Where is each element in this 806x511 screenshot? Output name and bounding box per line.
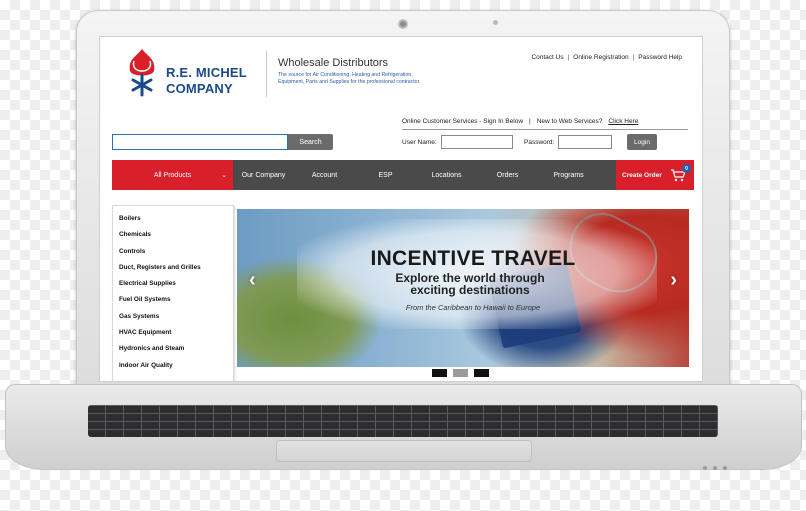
signin-rule: [402, 129, 688, 130]
main-nav: All Products ⌄ Our Company Account ESP L…: [112, 160, 694, 190]
category-controls[interactable]: Controls: [113, 244, 233, 260]
carousel-pagination: [432, 369, 489, 377]
webcam-icon: [398, 19, 408, 29]
category-duct-registers-grilles[interactable]: Duct, Registers and Grilles: [113, 260, 233, 276]
password-help-link[interactable]: Password Help: [638, 54, 682, 61]
header-title: Wholesale Distributors: [278, 57, 389, 69]
carousel-dot[interactable]: [474, 369, 489, 377]
brand-name-line2[interactable]: COMPANY: [166, 81, 233, 96]
banner-caption: From the Caribbean to Hawaii to Europe: [405, 303, 541, 312]
brand-name-line1[interactable]: R.E. MICHEL: [166, 65, 247, 80]
category-gas-systems[interactable]: Gas Systems: [113, 309, 233, 325]
flame-snowflake-logo-icon: [129, 49, 155, 97]
indicator-dot-icon: [703, 466, 707, 470]
carousel-dot[interactable]: [453, 369, 468, 377]
username-label: User Name:: [402, 139, 437, 146]
nav-esp[interactable]: ESP: [355, 160, 416, 190]
password-label: Password:: [524, 139, 555, 146]
top-links: Contact Us | Online Registration | Passw…: [531, 54, 682, 61]
site-header: R.E. MICHEL COMPANY Wholesale Distributo…: [100, 37, 702, 107]
browser-viewport: R.E. MICHEL COMPANY Wholesale Distributo…: [99, 36, 703, 382]
category-hydronics-steam[interactable]: Hydronics and Steam: [113, 341, 233, 357]
carousel-dot[interactable]: [432, 369, 447, 377]
promo-carousel[interactable]: INCENTIVE TRAVEL Explore the world throu…: [237, 209, 689, 367]
carousel-next-icon[interactable]: ›: [670, 269, 677, 292]
nav-all-products-label: All Products: [153, 171, 192, 179]
product-category-menu: Boilers Chemicals Controls Duct, Registe…: [112, 205, 234, 381]
indicator-dot-icon: [723, 466, 727, 470]
category-indoor-air-quality[interactable]: Indoor Air Quality: [113, 358, 233, 374]
header-tagline: The source for Air Conditioning, Heating…: [278, 72, 421, 85]
category-fuel-oil-systems[interactable]: Fuel Oil Systems: [113, 292, 233, 308]
category-electrical-supplies[interactable]: Electrical Supplies: [113, 276, 233, 292]
link-separator: |: [632, 54, 635, 61]
password-field[interactable]: [558, 135, 612, 149]
nav-locations[interactable]: Locations: [416, 160, 477, 190]
category-boilers[interactable]: Boilers: [113, 211, 233, 227]
chevron-down-icon: ⌄: [221, 172, 227, 179]
signin-heading: Online Customer Services - Sign In Below: [402, 118, 524, 125]
nav-orders[interactable]: Orders: [477, 160, 538, 190]
nav-our-company[interactable]: Our Company: [233, 160, 294, 190]
signin-separator: |: [529, 118, 531, 125]
create-order-button[interactable]: Create Order 0: [616, 160, 694, 190]
nav-programs[interactable]: Programs: [538, 160, 599, 190]
indicator-dot-icon: [713, 466, 717, 470]
camera-led-icon: [493, 20, 498, 25]
create-order-label: Create Order: [622, 171, 662, 179]
laptop-keyboard: [88, 405, 718, 437]
category-hvac-equipment[interactable]: HVAC Equipment: [113, 325, 233, 341]
login-button[interactable]: Login: [627, 134, 657, 150]
nav-account[interactable]: Account: [294, 160, 355, 190]
online-registration-link[interactable]: Online Registration: [573, 54, 628, 61]
carousel-prev-icon[interactable]: ‹: [249, 269, 256, 292]
laptop-touchpad: [276, 440, 532, 462]
banner-subtitle-line2: exciting destinations: [410, 283, 530, 297]
cart-count-badge: 0: [682, 164, 691, 173]
username-field[interactable]: [441, 135, 513, 149]
link-separator: |: [567, 54, 570, 61]
search-input[interactable]: [112, 134, 288, 150]
category-chemicals[interactable]: Chemicals: [113, 227, 233, 243]
contact-us-link[interactable]: Contact Us: [531, 54, 563, 61]
nav-all-products[interactable]: All Products ⌄: [112, 160, 233, 190]
signin-heading-row: Online Customer Services - Sign In Below…: [402, 118, 638, 125]
search-button[interactable]: Search: [288, 134, 333, 150]
banner-title: INCENTIVE TRAVEL: [370, 247, 576, 270]
click-here-link[interactable]: Click Here: [608, 118, 638, 125]
new-user-text: New to Web Services?: [536, 118, 603, 125]
header-divider: [266, 51, 267, 97]
